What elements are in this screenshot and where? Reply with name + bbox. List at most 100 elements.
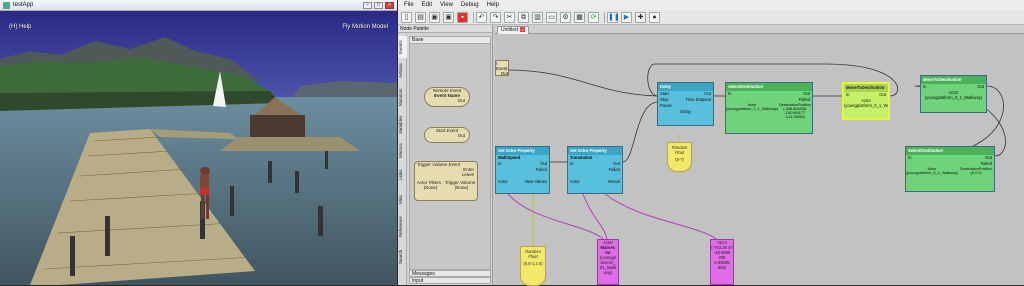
actor-variable-node[interactable]: Actor MainAc tor (youngpl ammer_ 01_Walk…: [597, 239, 619, 285]
menu-debug[interactable]: Debug: [461, 2, 479, 8]
in-port[interactable]: In: [908, 155, 912, 161]
result-port[interactable]: Result: [608, 179, 620, 185]
breakpoint-icon[interactable]: ●: [649, 11, 660, 23]
trigger-volume-value: (None): [454, 185, 469, 190]
palette-start-event[interactable]: Start Event Out: [424, 127, 470, 143]
minimize-button[interactable]: –: [363, 1, 372, 9]
undo-icon[interactable]: ↶: [476, 11, 487, 23]
delay-footer: Delay: [680, 109, 691, 114]
redo-icon[interactable]: ↷: [490, 11, 501, 23]
node-title: MoveToDestination: [921, 76, 986, 84]
grid-icon[interactable]: ▦: [574, 11, 585, 23]
time-elapsed-port[interactable]: Time Elapsed: [686, 97, 711, 103]
copy-icon[interactable]: ⧉: [518, 11, 529, 23]
set-actor-property-walkspeed[interactable]: Set Actor Property WalkSpeed In Out Faile…: [495, 146, 550, 194]
pause-icon[interactable]: ❚❚: [607, 11, 620, 23]
in-port[interactable]: In: [846, 92, 850, 98]
move-to-destination-node[interactable]: MoveToDestination In Out Actor (youngplat…: [842, 82, 890, 120]
set-actor-property-translation[interactable]: Set Actor Property Translation In Out Fai…: [567, 146, 623, 194]
failed-port[interactable]: Failed: [536, 167, 547, 173]
palette-trigger-volume-event[interactable]: Trigger Volume Event Enter Leave Actor F…: [414, 161, 478, 201]
3d-viewport[interactable]: (H) Help Fly Motion Model: [0, 11, 397, 285]
out-port: Out: [457, 133, 465, 138]
delay-node[interactable]: Delay Start Out Stop Time Elapsed Pause De…: [657, 82, 714, 126]
motion-model-label: Fly Motion Model: [342, 24, 388, 30]
vec3-value: (-763.29 47 -46.5598 205 6.99035 896): [711, 245, 733, 270]
refresh-icon[interactable]: ⟳: [588, 11, 599, 23]
event-node-label: t Event: [496, 61, 508, 71]
out-port[interactable]: Out: [977, 84, 984, 90]
random-float-node[interactable]: Random Float (5-7): [667, 142, 692, 172]
close-button[interactable]: ×: [385, 1, 394, 9]
app-icon: [3, 1, 10, 9]
tab-links[interactable]: Links: [398, 164, 407, 186]
tab-misc[interactable]: Misc: [398, 188, 407, 210]
play-icon[interactable]: ▶: [621, 11, 632, 23]
paste-icon[interactable]: ▥: [532, 11, 543, 23]
tab-mutators[interactable]: Mutators: [398, 84, 407, 110]
link-set2-actor: [582, 193, 609, 245]
in-port[interactable]: In: [498, 161, 502, 167]
add-icon[interactable]: ✚: [635, 11, 646, 23]
link-set2-event: [622, 101, 658, 163]
move-to-destination-node-2[interactable]: MoveToDestination In Out Actor (youngplat…: [920, 75, 987, 113]
node-palette: Node Palette Events Actions Mutators Var…: [398, 25, 493, 285]
menu-edit[interactable]: Edit: [422, 2, 432, 8]
node-title: Delay: [658, 83, 713, 91]
leave-port: Leave: [461, 172, 474, 177]
tab-untitled[interactable]: Untitled ×: [497, 26, 529, 34]
failed-port[interactable]: Failed: [609, 167, 620, 173]
tab-actions[interactable]: Actions: [398, 60, 407, 82]
tab-reference[interactable]: Reference: [398, 212, 407, 242]
cut-icon[interactable]: ✂: [504, 11, 515, 23]
toolbar-divider: [473, 11, 474, 23]
palette-header: Node Palette: [398, 25, 492, 33]
vec3-variable-node[interactable]: Vec3 (-763.29 47 -46.5598 205 6.99035 89…: [710, 239, 734, 285]
input-panel[interactable]: Input: [409, 277, 491, 284]
menu-file[interactable]: File: [404, 2, 414, 8]
document-tabs: Untitled ×: [495, 25, 1024, 34]
palette-remote-event[interactable]: Remote Event Event Name Out: [424, 87, 470, 107]
random-float-node-2[interactable]: Random Float (8.5-1.2 5): [520, 246, 546, 286]
tab-events[interactable]: Events: [398, 36, 407, 58]
actor-port[interactable]: Actor: [498, 179, 508, 185]
select-destination-node[interactable]: SelectDestination In Out Failed Actor (you…: [725, 82, 813, 134]
in-port[interactable]: In: [570, 161, 574, 167]
menu-view[interactable]: View: [440, 2, 453, 8]
save-icon[interactable]: ▣: [429, 11, 440, 23]
tab-variables[interactable]: Variables: [398, 112, 407, 138]
scene-render: [0, 11, 397, 285]
game-window-title: testApp: [13, 2, 34, 8]
game-window: testApp – □ × (H) Help Fly Motion Model: [0, 0, 397, 285]
out-port[interactable]: Out: [879, 92, 886, 98]
messages-panel[interactable]: Messages: [409, 270, 491, 277]
new-icon[interactable]: ▯: [401, 11, 412, 23]
select-destination-node-2[interactable]: SelectDestination In Out Failed Actor (you…: [905, 146, 995, 192]
director-editor: File Edit View Debug Help ▯ ▤ ▣ ▣ ▪ ↶ ↷ …: [398, 0, 1024, 286]
node-title: Random Float: [525, 249, 541, 259]
record-icon[interactable]: ▪: [457, 11, 468, 23]
actor-value: (youngplatform_0_1_Walkway): [844, 103, 890, 108]
open-icon[interactable]: ▤: [415, 11, 426, 23]
out-port: Out: [457, 98, 465, 103]
save-as-icon[interactable]: ▣: [443, 11, 454, 23]
help-hint: (H) Help: [9, 24, 32, 30]
delete-icon[interactable]: ▭: [546, 11, 557, 23]
new-values-port[interactable]: New Values: [525, 179, 547, 185]
game-title-bar: testApp – □ ×: [0, 0, 397, 11]
tab-macros[interactable]: Macros: [398, 140, 407, 162]
close-tab-icon[interactable]: ×: [519, 27, 525, 32]
toolbar: ▯ ▤ ▣ ▣ ▪ ↶ ↷ ✂ ⧉ ▥ ▭ ⚙ ▦ ⟳ ❚❚ ▶ ✚ ●: [398, 10, 1024, 25]
variable-detail: (youngpl ammer_ 01_Walk way): [599, 255, 617, 275]
graph-canvas[interactable]: Untitled × t Event Out Delay Start Out S…: [495, 25, 1024, 286]
maximize-button[interactable]: □: [374, 1, 383, 9]
actor-port[interactable]: Actor: [570, 179, 580, 185]
in-port[interactable]: In: [728, 91, 732, 97]
settings-icon[interactable]: ⚙: [560, 11, 571, 23]
tab-search[interactable]: Search: [398, 246, 407, 268]
event-node[interactable]: t Event Out: [495, 60, 509, 76]
in-port[interactable]: In: [923, 84, 927, 90]
pause-port[interactable]: Pause: [660, 103, 672, 109]
node-graph[interactable]: t Event Out Delay Start Out Stop Time Elap…: [495, 34, 1024, 286]
menu-help[interactable]: Help: [487, 2, 499, 8]
